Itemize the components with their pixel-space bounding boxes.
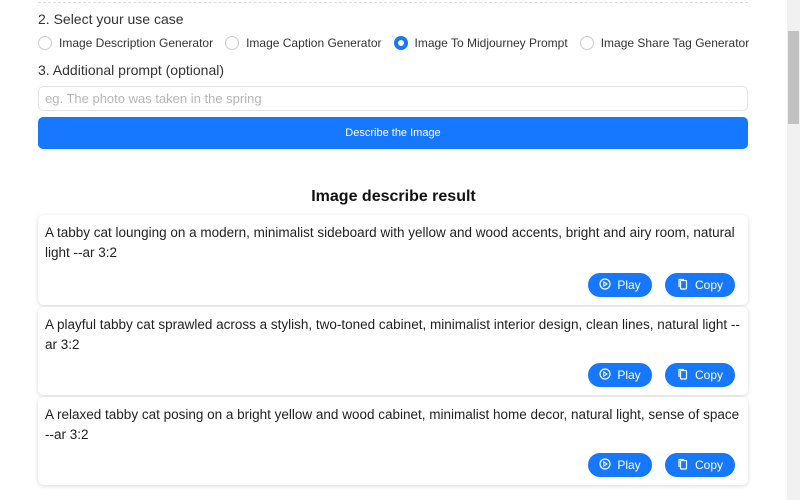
copy-icon xyxy=(677,458,689,473)
radio-image-caption[interactable]: Image Caption Generator xyxy=(225,36,382,50)
play-button[interactable]: Play xyxy=(588,363,652,387)
result-text: A playful tabby cat sprawled across a st… xyxy=(45,317,740,352)
radio-midjourney-prompt[interactable]: Image To Midjourney Prompt xyxy=(393,36,568,50)
radio-image-description[interactable]: Image Description Generator xyxy=(38,36,213,50)
radio-circle[interactable] xyxy=(38,36,52,50)
radio-circle[interactable] xyxy=(579,36,594,50)
radio-circle[interactable] xyxy=(225,36,240,50)
copy-button[interactable]: Copy xyxy=(665,453,735,477)
copy-label: Copy xyxy=(694,278,723,292)
play-label: Play xyxy=(617,368,641,382)
play-button[interactable]: Play xyxy=(588,453,652,477)
radio-circle-selected[interactable] xyxy=(393,36,408,50)
use-case-radio-group: Image Description Generator Image Captio… xyxy=(38,36,749,50)
radio-label: Image Description Generator xyxy=(59,36,214,50)
radio-label: Image Share Tag Generator xyxy=(600,36,750,50)
additional-prompt-input[interactable] xyxy=(38,86,748,111)
radio-share-tag[interactable]: Image Share Tag Generator xyxy=(579,36,750,50)
describe-image-button[interactable]: Describe the Image xyxy=(38,117,748,149)
scrollbar-thumb[interactable] xyxy=(788,31,799,124)
copy-icon xyxy=(677,278,689,293)
copy-icon xyxy=(677,368,689,383)
use-case-label: 2. Select your use case xyxy=(38,11,184,27)
result-text: A tabby cat lounging on a modern, minima… xyxy=(45,225,735,260)
result-text: A relaxed tabby cat posing on a bright y… xyxy=(45,407,740,442)
play-label: Play xyxy=(617,458,641,472)
copy-button[interactable]: Copy xyxy=(665,363,735,387)
additional-prompt-label: 3. Additional prompt (optional) xyxy=(38,62,224,78)
play-label: Play xyxy=(617,278,641,292)
copy-button[interactable]: Copy xyxy=(665,273,735,297)
play-icon xyxy=(599,277,611,293)
copy-label: Copy xyxy=(694,458,723,472)
play-icon xyxy=(599,367,611,383)
result-card: A tabby cat lounging on a modern, minima… xyxy=(38,215,748,305)
radio-label: Image Caption Generator xyxy=(246,36,382,50)
scrollbar[interactable] xyxy=(787,0,800,500)
result-card: A relaxed tabby cat posing on a bright y… xyxy=(38,397,748,485)
result-card: A playful tabby cat sprawled across a st… xyxy=(38,307,748,395)
play-icon xyxy=(599,457,611,473)
radio-label: Image To Midjourney Prompt xyxy=(414,36,568,50)
play-button[interactable]: Play xyxy=(588,273,652,297)
copy-label: Copy xyxy=(694,368,723,382)
result-title: Image describe result xyxy=(311,188,476,205)
upload-area-border xyxy=(38,0,748,3)
